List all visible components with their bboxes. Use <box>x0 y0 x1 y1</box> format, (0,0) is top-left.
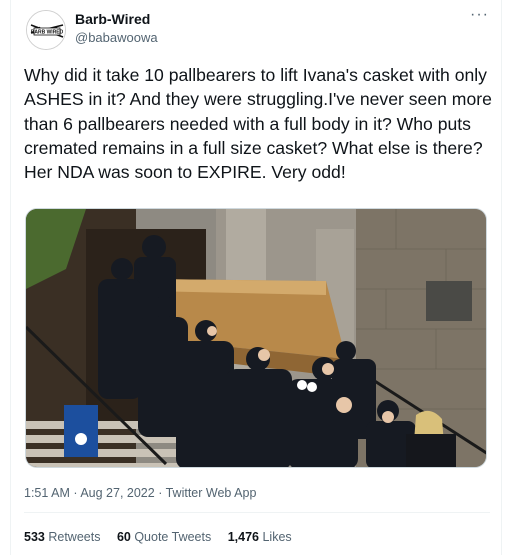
tweet-metadata: 1:51 AM · Aug 27, 2022 · Twitter Web App <box>24 486 256 500</box>
tweet-time[interactable]: 1:51 AM <box>24 486 70 500</box>
likes-label: Likes <box>262 530 292 544</box>
retweets-stat[interactable]: 533 Retweets <box>24 530 100 544</box>
quote-tweets-stat[interactable]: 60 Quote Tweets <box>117 530 211 544</box>
likes-count: 1,476 <box>227 530 259 544</box>
quotes-count: 60 <box>116 530 131 544</box>
meta-separator: · <box>158 486 163 500</box>
meta-separator: · <box>73 486 78 500</box>
tweet-source[interactable]: Twitter Web App <box>166 486 257 500</box>
author-handle[interactable]: @babawoowa <box>75 30 158 45</box>
tweet-date[interactable]: Aug 27, 2022 <box>80 486 154 500</box>
author-display-name[interactable]: Barb-Wired <box>75 11 150 27</box>
engagement-stats: 533 Retweets 60 Quote Tweets 1,476 Likes <box>24 530 305 544</box>
barb-wire-logo-icon: BARB WIRED <box>27 11 65 49</box>
retweets-count: 533 <box>24 530 45 544</box>
funeral-pallbearers-photo <box>26 209 486 467</box>
profile-avatar[interactable]: BARB WIRED <box>26 10 66 50</box>
svg-text:BARB WIRED: BARB WIRED <box>31 30 64 36</box>
tweet-photo[interactable] <box>25 208 487 468</box>
stats-divider <box>24 512 490 513</box>
tweet-text: Why did it take 10 pallbearers to lift I… <box>24 65 492 183</box>
more-icon[interactable]: ··· <box>470 6 489 24</box>
quotes-label: Quote Tweets <box>134 530 212 544</box>
likes-stat[interactable]: 1,476 Likes <box>228 530 292 544</box>
retweets-label: Retweets <box>48 530 101 544</box>
